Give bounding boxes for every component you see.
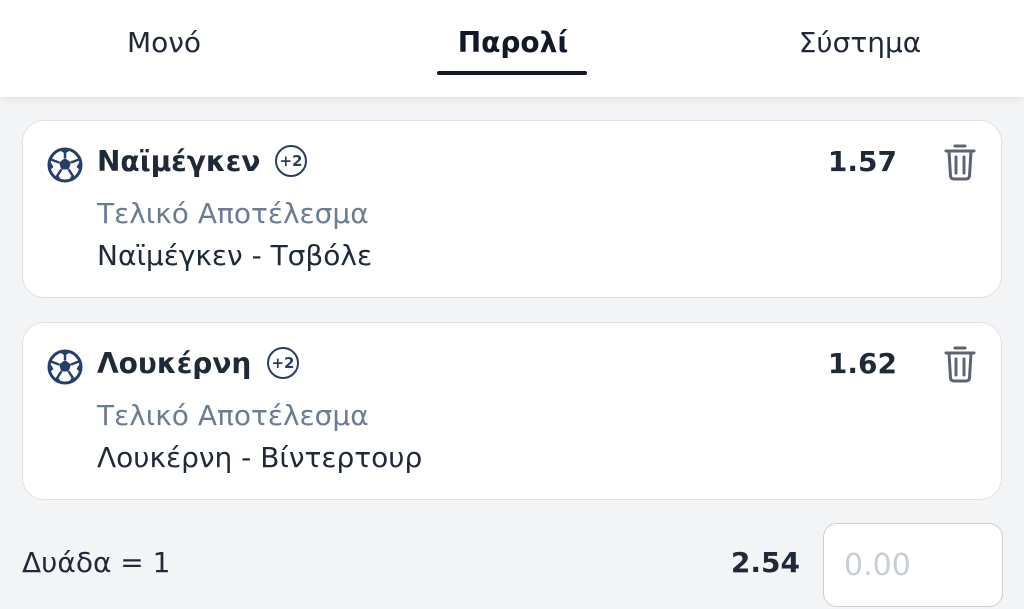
selection-team: Λουκέρνη: [97, 347, 252, 380]
soccer-ball-icon: [47, 349, 83, 385]
selection-card: Λουκέρνη +2 1.62 Τελικό Αποτέλεσμα Λουκέ…: [22, 322, 1002, 500]
stake-input[interactable]: [823, 523, 1003, 607]
selection-team: Ναϊμέγκεν: [97, 145, 261, 178]
tab-single[interactable]: Μονό: [64, 26, 264, 66]
trash-icon[interactable]: [943, 345, 977, 383]
more-markets-badge[interactable]: +2: [275, 145, 307, 177]
betslip-tabs: Μονό Παρολί Σύστημα: [0, 0, 1024, 97]
total-odds: 2.54: [730, 546, 800, 579]
selection-match: Ναϊμέγκεν - Τσβόλε: [97, 239, 373, 272]
tab-parlay[interactable]: Παρολί: [413, 26, 613, 66]
selection-market: Τελικό Αποτέλεσμα: [97, 197, 369, 230]
selection-card: Ναϊμέγκεν +2 1.57 Τελικό Αποτέλεσμα Ναϊμ…: [22, 120, 1002, 298]
selection-odds: 1.62: [827, 347, 897, 380]
soccer-ball-icon: [47, 147, 83, 183]
tab-system[interactable]: Σύστημα: [760, 26, 960, 66]
trash-icon[interactable]: [943, 143, 977, 181]
combination-label: Δυάδα = 1: [22, 546, 171, 579]
selection-match: Λουκέρνη - Βίντερτουρ: [97, 441, 423, 474]
more-markets-badge[interactable]: +2: [267, 347, 299, 379]
selection-odds: 1.57: [827, 145, 897, 178]
selection-market: Τελικό Αποτέλεσμα: [97, 399, 369, 432]
active-tab-indicator: [437, 71, 587, 75]
